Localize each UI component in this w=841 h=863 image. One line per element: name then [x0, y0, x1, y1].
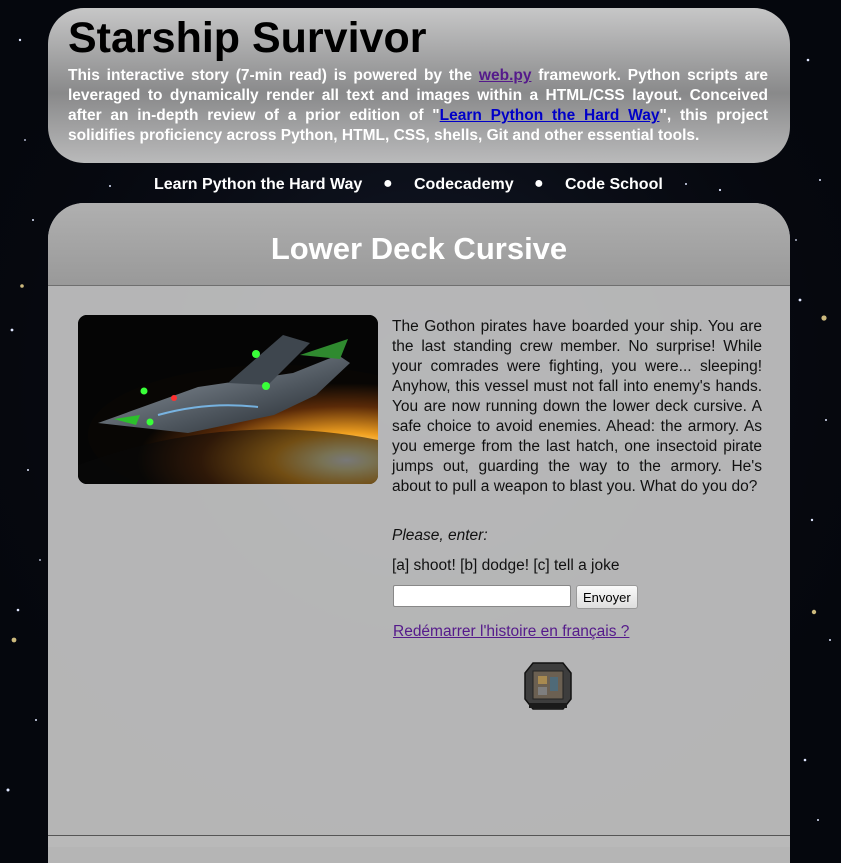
header-panel: Starship Survivor This interactive story…: [48, 8, 790, 163]
input-prompt: Please, enter:: [392, 527, 488, 544]
intro-text-part: This interactive story (7-min read) is p…: [68, 67, 479, 84]
scene-title-band: Lower Deck Cursive: [48, 203, 790, 286]
webpy-link[interactable]: web.py: [479, 67, 532, 84]
choice-options: [a] shoot! [b] dodge! [c] tell a joke: [392, 557, 620, 574]
nav-link-codecademy[interactable]: Codecademy: [414, 176, 514, 194]
spaceship-image: [78, 315, 378, 484]
site-title: Starship Survivor: [68, 14, 427, 62]
nav-separator: ●: [534, 175, 544, 192]
ship-map-icon: [523, 659, 573, 711]
story-text: The Gothon pirates have boarded your shi…: [392, 318, 762, 495]
intro-text: This interactive story (7-min read) is p…: [68, 66, 768, 146]
footer-band: [48, 835, 790, 847]
resource-nav: Learn Python the Hard Way ● Codecademy ●…: [0, 175, 841, 196]
restart-french-link[interactable]: Redémarrer l'histoire en français ?: [393, 623, 629, 641]
scene-title: Lower Deck Cursive: [270, 231, 568, 266]
submit-button[interactable]: Envoyer: [576, 585, 638, 609]
nav-link-lpthw[interactable]: Learn Python the Hard Way: [154, 176, 362, 194]
answer-input[interactable]: [393, 585, 571, 607]
nav-separator: ●: [383, 175, 393, 192]
story-panel: Lower Deck Cursive The Gothon pirates ha…: [48, 203, 790, 863]
lpthw-link[interactable]: Learn Python the Hard Way: [440, 107, 660, 124]
nav-link-codeschool[interactable]: Code School: [565, 176, 663, 194]
